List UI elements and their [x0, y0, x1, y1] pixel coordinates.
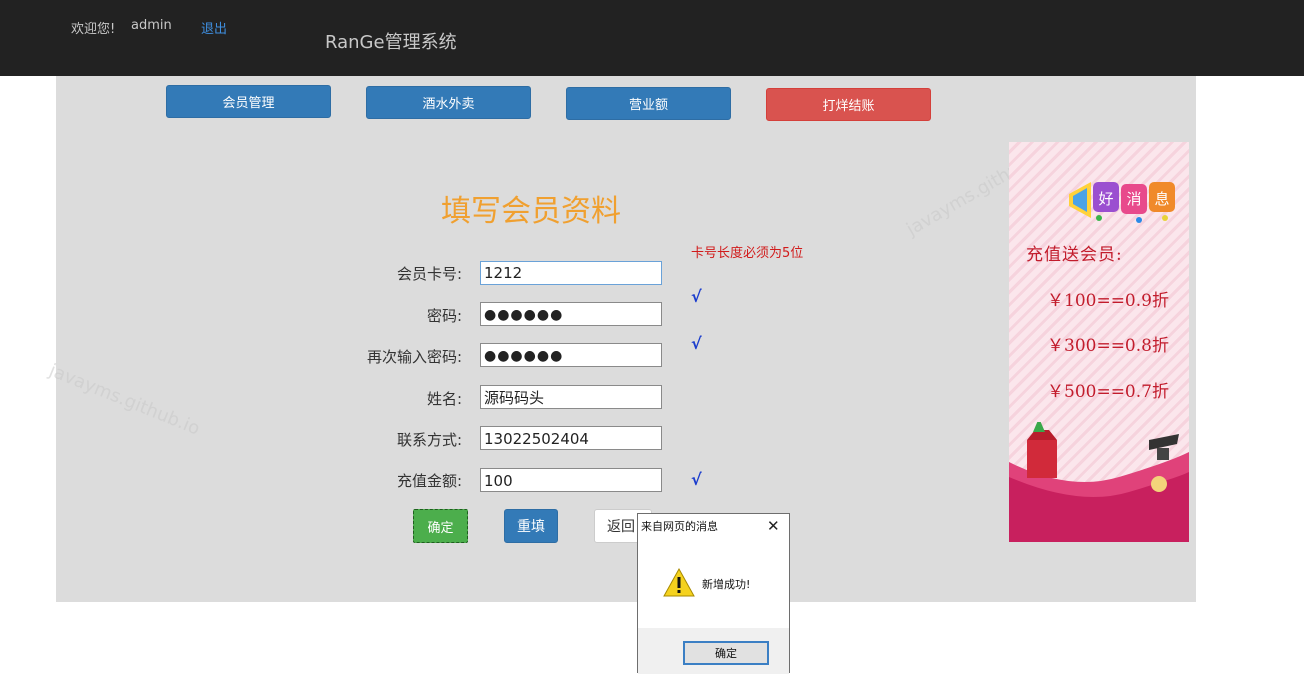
close-icon[interactable]: ✕ — [767, 517, 780, 535]
dialog-ok-button[interactable]: 确定 — [683, 641, 769, 665]
alert-dialog: 来自网页的消息 ✕ 新增成功! 确定 — [637, 513, 790, 674]
promo-decoration — [1009, 422, 1189, 542]
promo-title: 充值送会员: — [1026, 245, 1123, 265]
phone-label: 联系方式: — [396, 431, 462, 449]
promo-offer: ￥300==0.8折 — [1047, 336, 1169, 356]
drinks-takeout-button[interactable]: 酒水外卖 — [366, 86, 531, 119]
password-input[interactable]: ●●●●●● — [480, 302, 662, 326]
promo-banner: 好消息 充值送会员: ￥100==0.9折 ￥300==0.8折 ￥500==0… — [1009, 142, 1189, 542]
card-number-hint: 卡号长度必须为5位 — [691, 246, 804, 261]
dialog-title: 来自网页的消息 — [641, 520, 718, 533]
amount-input[interactable]: 100 — [480, 468, 662, 492]
phone-input[interactable]: 13022502404 — [480, 426, 662, 450]
revenue-button[interactable]: 营业额 — [566, 87, 731, 120]
promo-offer: ￥500==0.7折 — [1047, 382, 1169, 402]
warning-icon — [663, 567, 695, 597]
submit-button[interactable]: 确定 — [413, 509, 468, 543]
password-label: 密码: — [426, 307, 462, 325]
good-news-badge-icon: 好消息 — [1069, 182, 1175, 223]
confirm-password-label: 再次输入密码: — [366, 348, 462, 366]
password-check-icon: √ — [691, 287, 702, 306]
badge-char: 息 — [1154, 190, 1169, 208]
reset-button[interactable]: 重填 — [504, 509, 558, 543]
confirm-password-input[interactable]: ●●●●●● — [480, 343, 662, 367]
form-title: 填写会员资料 — [441, 194, 621, 229]
name-label: 姓名: — [426, 390, 462, 408]
name-input[interactable]: 源码码头 — [480, 385, 662, 409]
username: admin — [131, 18, 172, 33]
logout-link[interactable]: 退出 — [201, 18, 227, 37]
top-navbar: 欢迎您! admin 退出 RanGe管理系统 — [0, 0, 1304, 76]
amount-label: 充值金额: — [396, 472, 462, 490]
dialog-message: 新增成功! — [702, 578, 751, 591]
confirm-password-check-icon: √ — [691, 334, 702, 353]
member-management-button[interactable]: 会员管理 — [166, 85, 331, 118]
badge-char: 消 — [1126, 190, 1141, 208]
card-number-input[interactable]: 1212 — [480, 261, 662, 285]
dialog-footer: 确定 — [638, 628, 789, 674]
closing-checkout-button[interactable]: 打烊结账 — [766, 88, 931, 121]
amount-check-icon: √ — [691, 470, 702, 489]
card-number-label: 会员卡号: — [396, 265, 462, 283]
welcome-text: 欢迎您! — [71, 22, 116, 37]
badge-char: 好 — [1098, 190, 1113, 208]
promo-offer: ￥100==0.9折 — [1047, 291, 1169, 311]
app-title: RanGe管理系统 — [325, 32, 457, 53]
